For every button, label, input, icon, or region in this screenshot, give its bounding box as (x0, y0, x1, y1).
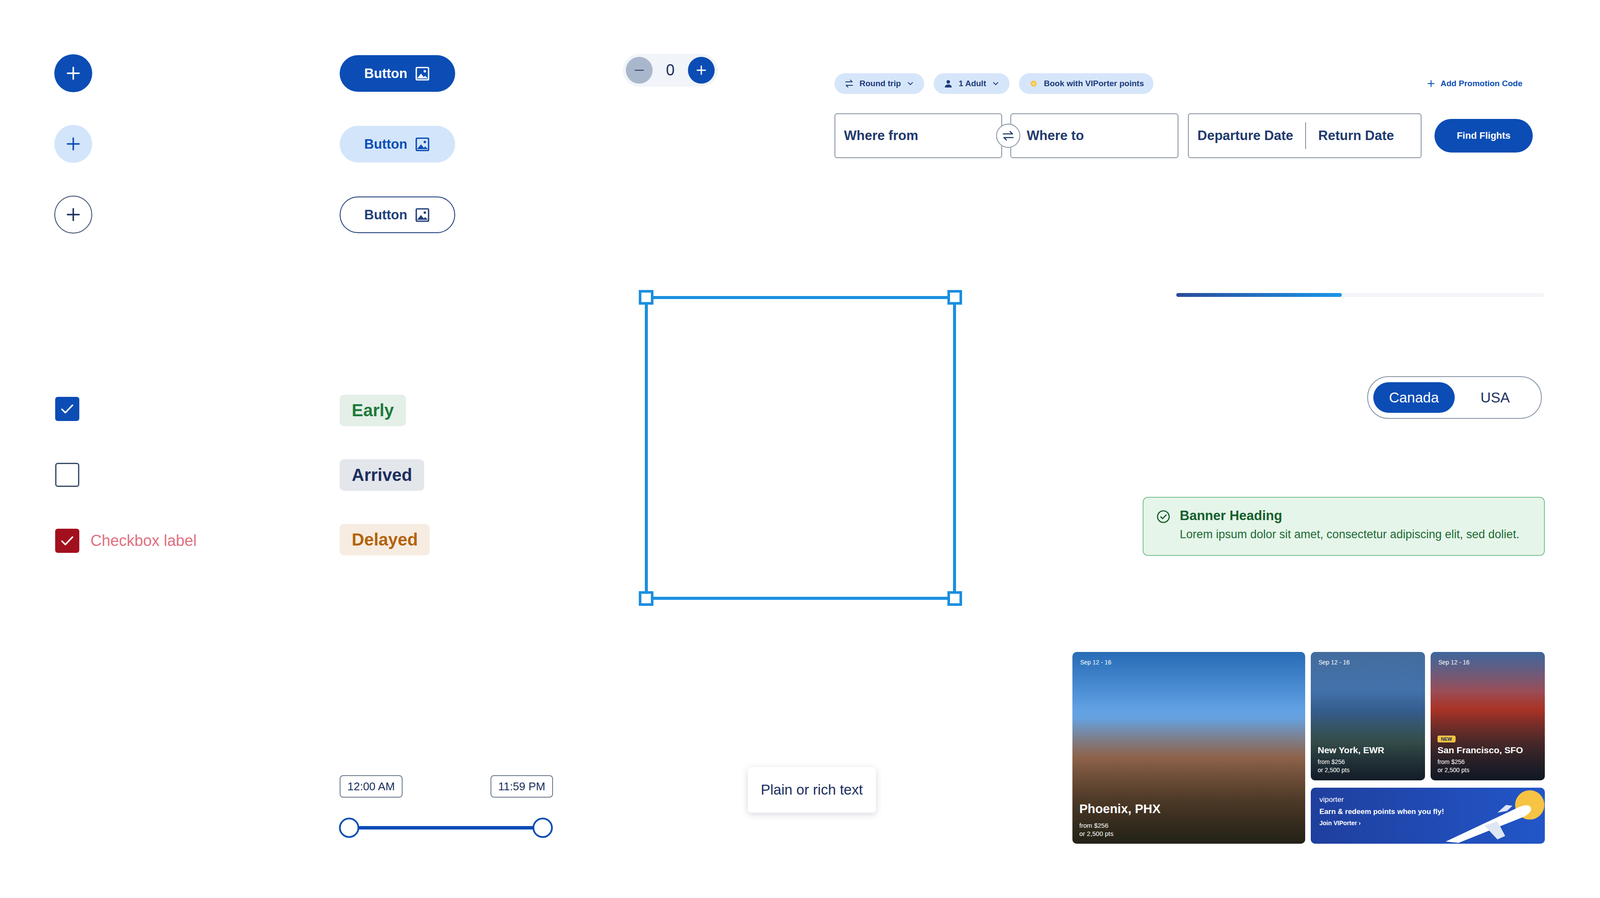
banner-heading: Banner Heading (1179, 508, 1520, 524)
points-sun-icon (1028, 78, 1039, 89)
resize-handle[interactable] (638, 290, 654, 305)
checkbox-label: Checkbox label (90, 531, 197, 550)
start-thumb[interactable] (339, 817, 360, 838)
time-range-slider: 12:00 AM 11:59 PM (339, 775, 554, 838)
plus-icon (63, 63, 84, 84)
checkbox-group: Checkbox label (55, 396, 197, 554)
banner-body: Lorem ipsum dolor sit amet, consectetur … (1179, 528, 1520, 542)
end-thumb[interactable] (532, 817, 554, 838)
check-circle-icon (1155, 509, 1172, 525)
destination-price: from $256 (1079, 821, 1300, 830)
tooltip: Plain or rich text (747, 767, 876, 813)
destination-card[interactable]: Sep 12 - 16 New York, EWR from $256or 2,50… (1310, 652, 1425, 781)
destination-price: from $256 (1317, 758, 1420, 767)
country-toggle: CanadaUSA (1367, 376, 1542, 419)
join-link[interactable]: Join VIPorter › (1319, 819, 1444, 827)
checkbox[interactable] (55, 462, 80, 488)
add-promotion-code[interactable]: Add Promotion Code (1425, 78, 1534, 89)
filter-chip[interactable]: Book with VIPorter points (1018, 73, 1154, 94)
status-tag: Arrived (339, 459, 425, 491)
flight-search: Round trip 1 Adult Book with VIPorter poin… (834, 73, 1534, 159)
start-time-label: 12:00 AM (339, 775, 403, 798)
chevron-down-icon (906, 79, 915, 88)
checkbox-row[interactable] (55, 396, 197, 422)
increment-button[interactable] (687, 56, 715, 84)
destination-city: New York, EWR (1317, 745, 1420, 756)
destination-grid: Sep 12 - 16Phoenix, PHXfrom $256or 2,500… (1072, 652, 1545, 844)
icon-button[interactable] (54, 195, 93, 234)
selection-frame[interactable] (644, 296, 957, 600)
destination-city: San Francisco, SFO (1437, 745, 1540, 756)
destination-points: or 2,500 pts (1079, 829, 1300, 838)
plus-icon (63, 134, 84, 154)
destination-price: from $256 (1437, 758, 1540, 767)
stepper: 0 (622, 53, 718, 87)
find-flights-button[interactable]: Find Flights (1434, 118, 1533, 153)
success-banner: Banner Heading Lorem ipsum dolor sit amet… (1142, 496, 1545, 557)
person-icon (943, 78, 954, 89)
resize-handle[interactable] (638, 591, 654, 607)
destination-points: or 2,500 pts (1437, 766, 1540, 775)
destination-field[interactable]: Where to (1010, 113, 1179, 159)
minus-icon (631, 62, 648, 79)
button[interactable]: Button (339, 55, 456, 92)
status-tag-group: Early Arrived Delayed (339, 394, 430, 556)
image-icon (414, 136, 431, 153)
origin-field[interactable]: Where from (834, 113, 1003, 159)
range-slider[interactable] (339, 817, 554, 838)
brand-logo: viporter (1319, 795, 1444, 805)
destination-card[interactable]: Sep 12 - 16 Phoenix, PHX from $256or 2,500… (1072, 652, 1306, 844)
image-icon (414, 65, 431, 82)
date-field[interactable]: Departure Date Return Date (1187, 113, 1422, 159)
progress-fill (1176, 293, 1342, 297)
status-tag: Early (339, 394, 407, 427)
destination-points: or 2,500 pts (1317, 766, 1420, 775)
check-icon (58, 400, 77, 419)
check-icon (58, 531, 77, 550)
icon-button[interactable] (54, 125, 93, 163)
toggle-option[interactable]: Canada (1373, 382, 1455, 413)
airplane-icon (1432, 787, 1545, 844)
departure-date[interactable]: Departure Date (1197, 128, 1294, 144)
component-canvas: Checkbox label Button Button Button Early Arr… (0, 0, 1600, 898)
button[interactable]: Button (339, 196, 456, 234)
checkbox-row[interactable] (55, 462, 197, 488)
status-tag: Delayed (339, 524, 430, 556)
progress-bar (1176, 293, 1544, 297)
checkbox[interactable] (55, 528, 80, 554)
button-group: Button Button Button (339, 55, 456, 234)
resize-handle[interactable] (947, 591, 963, 607)
travel-dates: Sep 12 - 16 (1080, 659, 1112, 666)
plus-icon (1425, 78, 1437, 89)
travel-dates: Sep 12 - 16 (1318, 659, 1350, 666)
plus-icon (693, 62, 710, 79)
image-icon (414, 206, 431, 224)
icon-button-group (54, 54, 93, 234)
travel-dates: Sep 12 - 16 (1438, 659, 1470, 666)
stepper-value: 0 (665, 61, 675, 80)
resize-handle[interactable] (947, 290, 963, 305)
icon-button[interactable] (54, 54, 93, 93)
decrement-button[interactable] (625, 56, 653, 84)
swap-button[interactable] (996, 123, 1021, 148)
filter-chip[interactable]: Round trip (834, 73, 925, 94)
button[interactable]: Button (339, 125, 456, 163)
viporter-promo-card[interactable]: viporter Earn & redeem points when you fl… (1310, 787, 1545, 844)
filter-chip[interactable]: 1 Adult (933, 73, 1010, 94)
swap-icon (843, 78, 855, 89)
range-fill (349, 826, 543, 830)
return-date[interactable]: Return Date (1318, 128, 1394, 144)
end-time-label: 11:59 PM (490, 775, 554, 798)
checkbox[interactable] (55, 396, 80, 422)
destination-city: Phoenix, PHX (1079, 802, 1300, 817)
checkbox-row[interactable]: Checkbox label (55, 528, 197, 554)
new-badge: NEW (1437, 735, 1456, 743)
chevron-down-icon (991, 79, 1000, 88)
promo-message: Earn & redeem points when you fly! (1319, 807, 1444, 817)
toggle-option[interactable]: USA (1454, 382, 1537, 413)
swap-icon (1000, 128, 1016, 144)
plus-icon (63, 204, 84, 225)
destination-card[interactable]: Sep 12 - 16 NEW San Francisco, SFO from $25… (1430, 652, 1545, 781)
